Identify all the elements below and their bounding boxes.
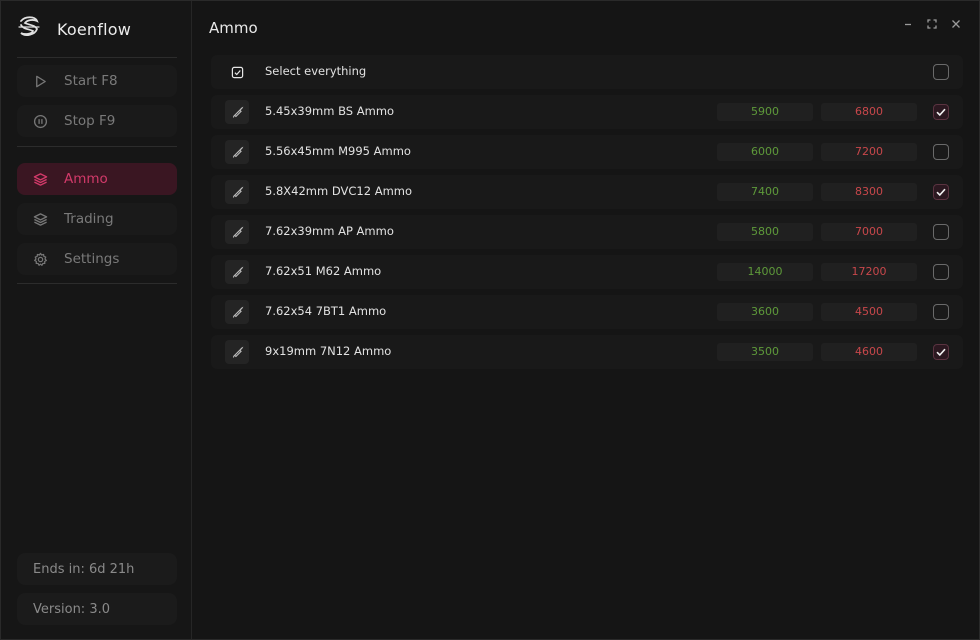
check-icon [936, 108, 946, 117]
ammo-name: 7.62x39mm AP Ammo [265, 224, 394, 238]
sidebar-item-label: Settings [64, 251, 120, 267]
ammo-checkbox[interactable] [933, 144, 949, 160]
layers-icon [33, 172, 48, 186]
sidebar-item-label: Stop F9 [64, 113, 116, 129]
sell-price: 4600 [821, 343, 917, 361]
gear-icon [34, 252, 47, 266]
sidebar-item-settings[interactable]: Settings [17, 243, 177, 275]
ammo-name: 9x19mm 7N12 Ammo [265, 344, 392, 358]
brand: Koenflow [15, 13, 131, 45]
pause-circle-icon [33, 114, 48, 128]
sidebar-item-start[interactable]: Start F8 [17, 65, 177, 97]
sell-price: 8300 [821, 183, 917, 201]
bullet-icon [225, 300, 249, 324]
sell-price: 7000 [821, 223, 917, 241]
select-all-row: Select everything [211, 55, 963, 89]
divider [17, 283, 177, 284]
close-button[interactable] [949, 17, 963, 31]
buy-price: 3500 [717, 343, 813, 361]
ammo-row: 5.45x39mm BS Ammo 5900 6800 [211, 95, 963, 129]
minimize-button[interactable] [901, 17, 915, 31]
ammo-checkbox[interactable] [933, 104, 949, 120]
sell-price: 17200 [821, 263, 917, 281]
app-name: Koenflow [57, 19, 132, 39]
divider [17, 146, 177, 147]
sidebar-item-label: Trading [64, 211, 114, 227]
buy-price: 14000 [717, 263, 813, 281]
sidebar-item-trading[interactable]: Trading [17, 203, 177, 235]
page-title: Ammo [209, 19, 258, 37]
close-icon [952, 20, 960, 28]
ammo-checkbox[interactable] [933, 184, 949, 200]
select-all-label: Select everything [265, 64, 367, 78]
sidebar: Koenflow Start F8 Stop F9 Ammo Trading S… [1, 1, 192, 639]
maximize-button[interactable] [925, 17, 939, 31]
ammo-checkbox[interactable] [933, 344, 949, 360]
ammo-name: 7.62x51 M62 Ammo [265, 264, 382, 278]
version-label: Version: 3.0 [17, 593, 177, 625]
buy-price: 6000 [717, 143, 813, 161]
maximize-icon [927, 19, 937, 29]
divider [17, 57, 177, 58]
ammo-checkbox[interactable] [933, 304, 949, 320]
ammo-name: 5.56x45mm M995 Ammo [265, 144, 411, 158]
bullet-icon [225, 100, 249, 124]
ammo-checkbox[interactable] [933, 224, 949, 240]
layers-icon [33, 212, 48, 226]
sidebar-item-label: Ammo [64, 171, 108, 187]
buy-price: 3600 [717, 303, 813, 321]
check-icon [936, 348, 946, 357]
ammo-row: 7.62x51 M62 Ammo 14000 17200 [211, 255, 963, 289]
check-icon [936, 188, 946, 197]
logo-icon [15, 13, 43, 45]
sell-price: 4500 [821, 303, 917, 321]
bullet-icon [225, 260, 249, 284]
ammo-row: 5.56x45mm M995 Ammo 6000 7200 [211, 135, 963, 169]
buy-price: 7400 [717, 183, 813, 201]
ammo-row: 7.62x39mm AP Ammo 5800 7000 [211, 215, 963, 249]
bullet-icon [225, 220, 249, 244]
select-all-checkbox[interactable] [933, 64, 949, 80]
buy-price: 5900 [717, 103, 813, 121]
ammo-row: 5.8X42mm DVC12 Ammo 7400 8300 [211, 175, 963, 209]
ammo-name: 5.45x39mm BS Ammo [265, 104, 395, 118]
sell-price: 7200 [821, 143, 917, 161]
subscription-status: Ends in: 6d 21h [17, 553, 177, 585]
sidebar-item-label: Start F8 [64, 73, 118, 89]
ammo-checkbox[interactable] [933, 264, 949, 280]
ammo-row: 7.62x54 7BT1 Ammo 3600 4500 [211, 295, 963, 329]
buy-price: 5800 [717, 223, 813, 241]
sell-price: 6800 [821, 103, 917, 121]
ammo-name: 5.8X42mm DVC12 Ammo [265, 184, 413, 198]
app-window: Koenflow Start F8 Stop F9 Ammo Trading S… [0, 0, 980, 640]
bullet-icon [225, 340, 249, 364]
main-panel: Ammo Select everything 5.45x39mm BS Ammo… [193, 1, 979, 639]
play-icon [36, 75, 46, 87]
bullet-icon [225, 140, 249, 164]
sidebar-item-ammo[interactable]: Ammo [17, 163, 177, 195]
select-all-icon [225, 60, 249, 84]
minimize-icon [905, 23, 911, 26]
ammo-row: 9x19mm 7N12 Ammo 3500 4600 [211, 335, 963, 369]
sidebar-item-stop[interactable]: Stop F9 [17, 105, 177, 137]
ammo-name: 7.62x54 7BT1 Ammo [265, 304, 387, 318]
bullet-icon [225, 180, 249, 204]
